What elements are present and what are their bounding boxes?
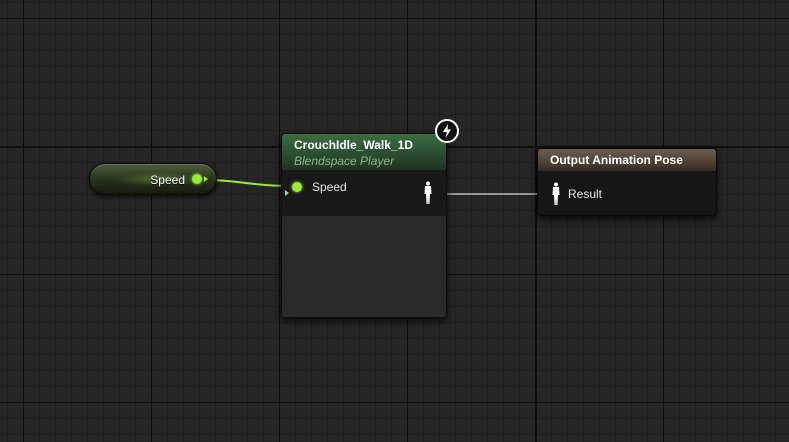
output-animation-pose-node[interactable]: Output Animation Pose Result (537, 148, 717, 216)
node-header: CrouchIdle_Walk_1D Blendspace Player (282, 134, 446, 170)
node-title: CrouchIdle_Walk_1D (294, 138, 413, 152)
speed-input-pin[interactable] (292, 182, 302, 192)
pose-input-pin-icon[interactable] (551, 182, 561, 206)
speed-pin-label: Speed (312, 180, 347, 194)
anim-graph-canvas[interactable]: Speed CrouchIdle_Walk_1D Blendspace Play… (0, 0, 789, 442)
speed-variable-node[interactable]: Speed (89, 163, 217, 195)
node-title: Output Animation Pose (550, 153, 683, 167)
node-header: Output Animation Pose (538, 149, 716, 171)
blendspace-player-node[interactable]: CrouchIdle_Walk_1D Blendspace Player Spe… (281, 133, 447, 318)
fast-path-icon (435, 119, 459, 143)
pin-arrow-icon (204, 176, 208, 182)
node-subtitle: Blendspace Player (294, 154, 395, 168)
variable-label: Speed (150, 173, 185, 187)
pin-arrow-icon (285, 190, 289, 196)
node-pins-row: Speed (282, 170, 446, 216)
speed-output-pin[interactable] (192, 174, 202, 184)
pose-output-pin-icon[interactable] (423, 181, 433, 205)
result-pin-label: Result (568, 187, 603, 201)
